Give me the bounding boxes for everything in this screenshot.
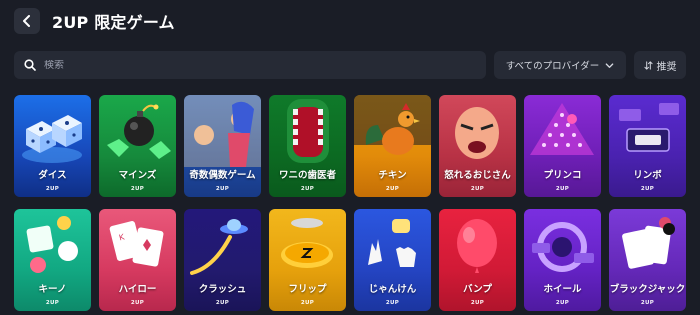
dice-art-icon (22, 115, 82, 163)
provider-badge: 2UP (385, 300, 400, 306)
game-name: キーノ (38, 284, 67, 295)
game-name: ブラックジャック (609, 284, 686, 295)
game-card-flip[interactable]: フリップ 2UP (269, 209, 346, 311)
provider-badge: 2UP (300, 186, 315, 192)
game-name: マインズ (118, 170, 157, 181)
provider-badge: 2UP (130, 300, 145, 306)
provider-badge: 2UP (555, 186, 570, 192)
rock-paper-scissors-art-icon (368, 219, 416, 267)
keno-art-icon (26, 216, 78, 273)
chevron-down-icon (605, 62, 614, 68)
page-title: 2UP 限定ゲーム (52, 13, 175, 32)
hilo-cards-art-icon: K (109, 221, 164, 267)
game-card-wheel[interactable]: ホイール 2UP (524, 209, 601, 311)
provider-badge: 2UP (470, 186, 485, 192)
odd-even-art-icon (184, 95, 261, 167)
provider-badge: 2UP (640, 186, 655, 192)
coin-art-icon (281, 218, 333, 268)
provider-label: すべてのプロバイダー (505, 61, 600, 72)
game-name: フリップ (288, 284, 327, 295)
sort-icon (643, 60, 653, 70)
provider-dropdown[interactable]: すべてのプロバイダー (494, 51, 626, 79)
game-grid: ダイス 2UP マインズ 2UP 奇数偶数ゲーム 2UP ワニの歯医者 2UP (14, 95, 686, 311)
game-name: リンボ (633, 170, 662, 181)
angry-face-art-icon (455, 107, 499, 159)
provider-badge: 2UP (640, 300, 655, 306)
plinko-art-icon (530, 103, 594, 155)
game-card-plinko[interactable]: プリンコ 2UP (524, 95, 601, 197)
search-input[interactable] (44, 59, 464, 71)
provider-badge: 2UP (130, 186, 145, 192)
page-header: 2UP 限定ゲーム (14, 8, 175, 34)
provider-badge: 2UP (555, 300, 570, 306)
provider-badge: 2UP (45, 186, 60, 192)
search-box[interactable] (14, 51, 486, 79)
game-card-odd-even[interactable]: 奇数偶数ゲーム 2UP (184, 95, 261, 197)
game-name: 怒れるおじさん (444, 170, 511, 181)
game-name: クラッシュ (198, 284, 247, 295)
provider-badge: 2UP (300, 300, 315, 306)
game-card-blackjack[interactable]: ブラックジャック 2UP (609, 209, 686, 311)
game-name: チキン (378, 170, 407, 181)
game-card-pump[interactable]: バンプ 2UP (439, 209, 516, 311)
mines-art-icon (107, 104, 171, 159)
search-icon (24, 59, 36, 71)
game-card-crash[interactable]: クラッシュ 2UP (184, 209, 261, 311)
game-card-mines[interactable]: マインズ 2UP (99, 95, 176, 197)
toolbar: すべてのプロバイダー 推奨 (14, 51, 686, 79)
provider-badge: 2UP (385, 186, 400, 192)
game-name: バンプ (463, 284, 492, 295)
game-card-dice[interactable]: ダイス 2UP (14, 95, 91, 197)
wheel-art-icon (532, 222, 594, 272)
crocodile-art-icon (287, 99, 329, 163)
balloon-art-icon (457, 219, 497, 273)
game-name: ホイール (543, 284, 582, 295)
game-name: ダイス (38, 170, 67, 181)
provider-badge: 2UP (215, 300, 230, 306)
provider-badge: 2UP (215, 186, 230, 192)
game-name: ワニの歯医者 (278, 170, 336, 181)
provider-badge: 2UP (470, 300, 485, 306)
blackjack-cards-art-icon (622, 217, 675, 269)
game-card-hilo[interactable]: K ハイロー 2UP (99, 209, 176, 311)
sort-button[interactable]: 推奨 (634, 51, 686, 79)
chevron-left-icon (23, 15, 30, 27)
crash-ufo-art-icon (190, 219, 248, 275)
game-name: ハイロー (118, 284, 157, 295)
game-card-keno[interactable]: キーノ 2UP (14, 209, 91, 311)
game-name: プリンコ (543, 170, 582, 181)
back-button[interactable] (14, 8, 40, 34)
game-card-croc-dentist[interactable]: ワニの歯医者 2UP (269, 95, 346, 197)
game-name: じゃんけん (368, 284, 417, 295)
game-card-limbo[interactable]: リンボ 2UP (609, 95, 686, 197)
game-card-rps[interactable]: じゃんけん 2UP (354, 209, 431, 311)
sort-label: 推奨 (656, 61, 677, 73)
game-card-angry-uncle[interactable]: 怒れるおじさん 2UP (439, 95, 516, 197)
limbo-art-icon (619, 103, 679, 152)
game-card-chicken[interactable]: チキン 2UP (354, 95, 431, 197)
provider-badge: 2UP (45, 300, 60, 306)
game-name: 奇数偶数ゲーム (189, 170, 256, 181)
chicken-art-icon (354, 95, 431, 155)
